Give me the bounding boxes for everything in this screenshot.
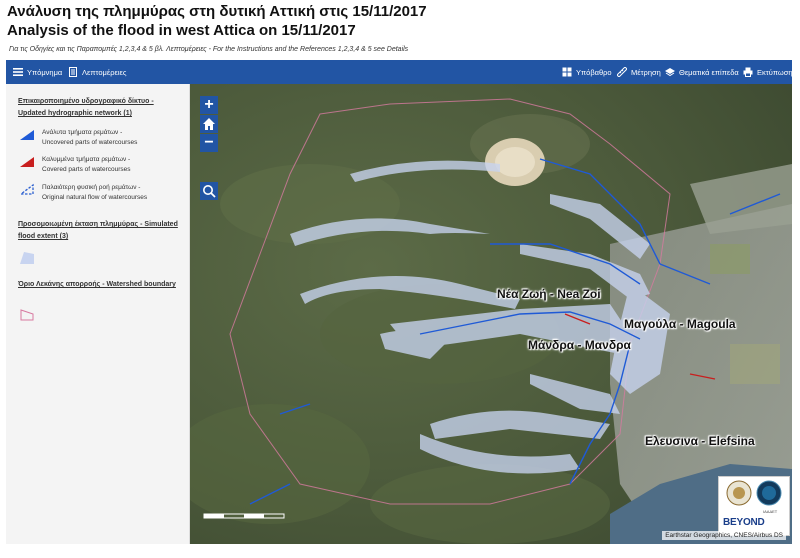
layers-button-label: Θεματικά επίπεδα [679,67,739,77]
page-subtitle: Για τις Οδηγίες και τις Παραπομπές 1,2,3… [9,46,409,53]
satellite-basemap [190,84,792,544]
original-watercourse-symbol [20,183,34,195]
home-icon [203,118,215,130]
ruler-icon [617,67,627,77]
basemap-button[interactable]: Υπόβαθρο [562,60,612,84]
legend-panel: Επικαιροποιημένο υδρογραφικό δίκτυο - Up… [6,84,190,544]
layers-button[interactable]: Θεματικά επίπεδα [665,60,739,84]
legend-item-original: Παλαιότερη φυσική ροή ρεμάτων - Original … [20,183,147,203]
list-icon [13,68,23,76]
grid-icon [562,67,572,77]
covered-watercourse-symbol [20,157,34,167]
print-button-label: Εκτύπωση [757,67,793,77]
zoom-in-button[interactable]: + [200,96,218,114]
legend-item-covered: Καλυμμένα τμήματα ρεμάτων - Covered parts… [20,155,131,175]
logo-subtext: ΙΑΑΔΕΤ [763,509,778,514]
place-label-magoula: Μαγούλα - Magoula [624,317,736,331]
measure-button-label: Μέτρηση [631,67,661,77]
details-button-label: Λεπτομέρειες [82,67,127,77]
legend-item-uncovered-en: Uncovered parts of watercourses [42,139,138,146]
legend-button[interactable]: Υπόμνημα [13,60,62,84]
measure-button[interactable]: Μέτρηση [617,60,661,84]
layers-icon [665,68,675,77]
search-icon [203,185,216,198]
flood-extent-symbol [20,252,34,264]
place-label-elefsina: Ελευσινα - Elefsina [645,434,755,448]
printer-icon [743,67,753,77]
plus-icon: + [204,96,214,113]
beyond-logo: ΙΑΑΔΕΤ BEYOND [718,476,790,536]
details-button[interactable]: Λεπτομέρειες [68,60,126,84]
legend-section-flood-title: Προσομοιωμένη έκταση πλημμύρας - Simulat… [18,221,178,240]
uncovered-watercourse-symbol [20,130,34,140]
map-view[interactable]: + − Νέα Ζωή - Nea Zoi Μαγούλα - Magoula … [190,84,792,544]
page-title-greek: Ανάλυση της πλημμύρας στη δυτική Αττική … [7,3,427,20]
legend-section-hydro-title: Επικαιροποιημένο υδρογραφικό δίκτυο - Up… [18,98,154,117]
page-title-english: Analysis of the flood in west Attica on … [7,22,356,39]
legend-section-watershed-title: Όριο Λεκάνης απορροής - Watershed bounda… [18,281,176,288]
zoom-out-button[interactable]: − [200,134,218,152]
search-button[interactable] [200,182,218,200]
minus-icon: − [204,134,214,151]
legend-item-uncovered-gr: Ανάλυτα τμήματα ρεμάτων - [42,129,123,136]
home-button[interactable] [200,115,218,133]
map-attribution: Earthstar Geographics, CNES/Airbus DS [662,531,786,540]
legend-item-uncovered: Ανάλυτα τμήματα ρεμάτων - Uncovered parts… [20,128,137,148]
place-label-nea-zoi: Νέα Ζωή - Nea Zoi [497,287,601,301]
document-icon [69,67,77,77]
legend-item-original-gr: Παλαιότερη φυσική ροή ρεμάτων - [42,184,141,191]
top-toolbar: Υπόμνημα Λεπτομέρειες Υπόβαθρο Μέτρηση Θ… [6,60,793,84]
legend-item-covered-gr: Καλυμμένα τμήματα ρεμάτων - [42,156,131,163]
basemap-button-label: Υπόβαθρο [576,67,612,77]
watershed-boundary-symbol [20,309,34,321]
legend-item-original-en: Original natural flow of watercourses [42,194,148,201]
print-button[interactable]: Εκτύπωση [743,60,793,84]
legend-item-covered-en: Covered parts of watercourses [42,166,131,173]
logo-text: BEYOND [723,517,765,528]
place-label-mandra: Μάνδρα - Μανδρα [528,338,631,352]
legend-button-label: Υπόμνημα [27,67,63,77]
emblem-icon [726,480,782,506]
